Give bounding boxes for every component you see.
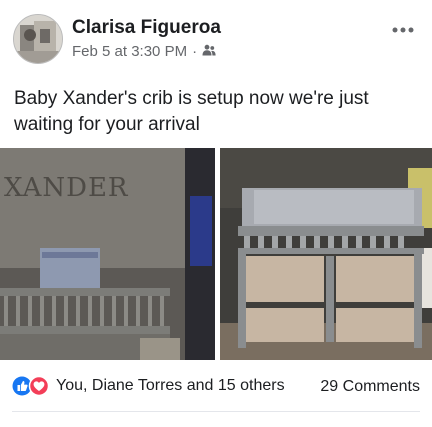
meta-separator: · bbox=[192, 43, 198, 60]
crib-photo[interactable]: XANDER bbox=[0, 148, 215, 360]
photo-grid: XANDER bbox=[0, 148, 432, 362]
post-header: Clarisa Figueroa Feb 5 at 3:30 PM · bbox=[0, 0, 432, 78]
post-meta: Feb 5 at 3:30 PM · bbox=[72, 43, 216, 60]
love-icon bbox=[28, 375, 50, 397]
reactions-text[interactable]: You, Diane Torres and 15 others bbox=[56, 377, 285, 395]
author-avatar[interactable] bbox=[13, 14, 63, 64]
like-icon bbox=[12, 376, 32, 396]
reactions-summary[interactable]: You, Diane Torres and 15 others bbox=[12, 375, 285, 397]
name-sign: XANDER bbox=[4, 173, 129, 203]
post-timestamp[interactable]: Feb 5 at 3:30 PM bbox=[72, 43, 187, 60]
footer-divider bbox=[12, 411, 420, 412]
crib-image: XANDER bbox=[0, 148, 215, 360]
changing-table-photo[interactable] bbox=[220, 148, 432, 360]
reaction-icons bbox=[12, 375, 50, 397]
avatar-image bbox=[14, 15, 62, 63]
author-name[interactable]: Clarisa Figueroa bbox=[72, 17, 221, 39]
post-text: Baby Xander's crib is setup now we're ju… bbox=[14, 88, 369, 135]
friends-icon[interactable] bbox=[202, 43, 216, 60]
comments-count[interactable]: 29 Comments bbox=[320, 378, 420, 396]
more-options-icon[interactable] bbox=[392, 16, 414, 39]
changing-table-image bbox=[220, 148, 432, 360]
